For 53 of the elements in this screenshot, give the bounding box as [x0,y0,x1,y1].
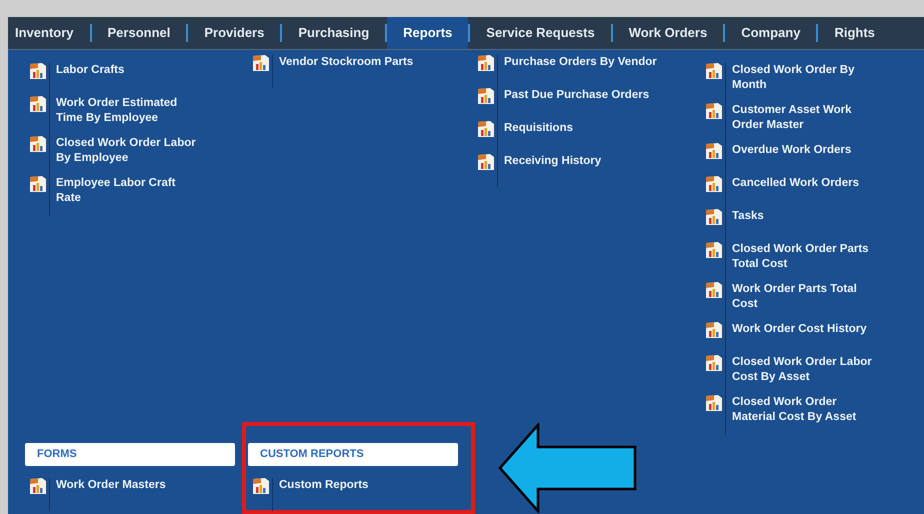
report-link[interactable]: Labor Crafts [56,63,196,78]
report-link[interactable]: Closed Work Order By Month [732,63,872,93]
report-link[interactable]: Closed Work Order Labor By Employee [56,136,196,166]
report-chart-icon [705,175,723,193]
report-link[interactable]: Receiving History [504,154,694,169]
report-chart-icon [705,62,723,80]
report-chart-icon [29,175,47,193]
report-chart-icon [477,54,495,72]
report-link[interactable]: Requisitions [504,121,694,136]
report-link[interactable]: Employee Labor Craft Rate [56,176,196,206]
report-chart-icon [477,87,495,105]
report-chart-icon [252,477,270,495]
nav-tab[interactable]: Service Requests [470,17,611,49]
report-chart-icon [705,354,723,372]
section-header: FORMS [25,443,235,466]
nav-tab[interactable]: Personnel [92,17,186,49]
report-link[interactable]: Customer Asset Work Order Master [732,103,872,133]
report-link[interactable]: Custom Reports [279,478,419,493]
report-chart-icon [477,120,495,138]
report-chart-icon [705,394,723,412]
report-chart-icon [29,95,47,113]
report-link[interactable]: Work Order Cost History [732,322,872,337]
report-link[interactable]: Work Order Masters [56,478,196,493]
report-chart-icon [705,142,723,160]
report-chart-icon [252,54,270,72]
report-link[interactable]: Work Order Parts Total Cost [732,282,872,312]
report-chart-icon [705,321,723,339]
report-link[interactable]: Overdue Work Orders [732,143,872,158]
report-chart-icon [705,102,723,120]
nav-tab[interactable]: Work Orders [612,17,724,49]
report-link[interactable]: Cancelled Work Orders [732,176,872,191]
report-chart-icon [477,153,495,171]
report-chart-icon [705,208,723,226]
report-link[interactable]: Past Due Purchase Orders [504,88,694,103]
report-link[interactable]: Closed Work Order Material Cost By Asset [732,395,872,425]
nav-tab[interactable]: Rights [818,17,891,49]
section-header: CUSTOM REPORTS [248,443,458,466]
report-link[interactable]: Vendor Stockroom Parts [279,55,469,70]
report-link[interactable]: Tasks [732,209,872,224]
nav-tab[interactable]: Reports [387,17,468,49]
report-link[interactable]: Work Order Estimated Time By Employee [56,96,196,126]
report-link[interactable]: Closed Work Order Parts Total Cost [732,242,872,272]
report-chart-icon [705,241,723,259]
report-chart-icon [29,135,47,153]
report-chart-icon [29,477,47,495]
report-chart-icon [29,62,47,80]
report-link[interactable]: Purchase Orders By Vendor [504,55,694,70]
report-link[interactable]: Closed Work Order Labor Cost By Asset [732,355,872,385]
nav-tab[interactable]: Providers [188,17,280,49]
nav-tab[interactable]: Purchasing [282,17,386,49]
nav-tab[interactable]: Company [725,17,816,49]
nav-tab[interactable]: Inventory [8,17,90,49]
report-chart-icon [705,281,723,299]
